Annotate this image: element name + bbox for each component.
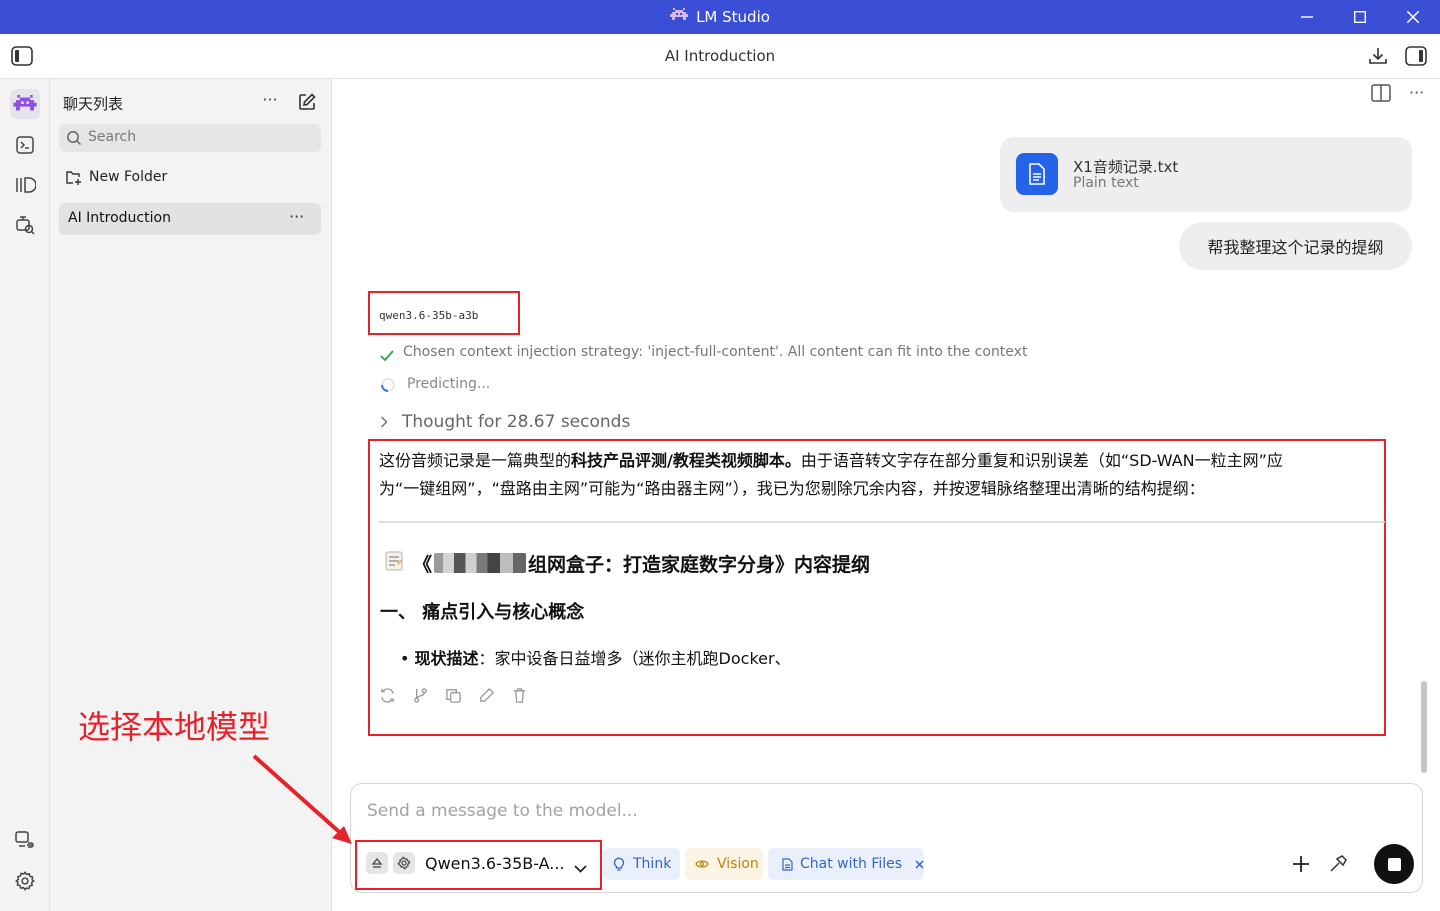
user-message-bubble: 帮我整理这个记录的提纲 [1179,222,1412,270]
delete-trash-icon[interactable] [511,687,528,704]
chat-item-ai-introduction[interactable]: AI Introduction ··· [59,203,321,235]
close-button[interactable] [1386,0,1440,34]
developer-terminal-icon[interactable] [10,130,40,160]
search-icon [66,130,82,150]
scrollbar-thumb[interactable] [1421,681,1427,773]
attachment-filename: X1音频记录.txt [1073,158,1179,176]
check-icon [380,347,394,366]
message-actions [379,687,528,704]
redacted-image [434,553,527,573]
split-view-icon[interactable] [1371,84,1391,106]
top-toolbar: AI Introduction [0,34,1440,79]
new-folder-icon [65,170,83,190]
server-link-icon[interactable] [10,825,40,855]
response-heading: 《 组网盒子：打造家庭数字分身》内容提纲 [385,549,870,577]
regenerate-icon[interactable] [379,687,396,704]
message-input[interactable]: Send a message to the model... [367,801,638,821]
title-bar: LM Studio [0,0,1440,34]
list-item: • 现状描述：家中设备日益增多（迷你主机跑Docker、 [400,649,791,668]
main-more-icon[interactable]: ··· [1409,83,1424,102]
predicting-status: Predicting... [407,376,491,392]
model-settings-icon[interactable] [393,852,415,874]
file-icon [1016,153,1058,195]
search-box[interactable]: Search [59,124,321,152]
chat-with-files-chip[interactable]: Chat with Files [768,848,924,880]
nav-rail [0,79,50,911]
minimize-button[interactable] [1280,0,1334,34]
response-body: 这份音频记录是一篇典型的科技产品评测/教程类视频脚本。由于语音转文字存在部分重复… [379,447,1384,503]
new-folder-button[interactable]: New Folder [59,165,321,191]
add-attachment-icon[interactable] [1292,855,1310,877]
copy-icon[interactable] [445,687,462,704]
new-chat-icon[interactable] [298,93,316,115]
response-intro-line-1: 这份音频记录是一篇典型的科技产品评测/教程类视频脚本。由于语音转文字存在部分重复… [379,451,1283,470]
sidebar-toggle-icon[interactable] [11,46,33,70]
stop-icon [1387,857,1401,871]
search-placeholder: Search [88,129,137,145]
section-heading-1: 一、 痛点引入与核心概念 [380,602,585,623]
user-message-text: 帮我整理这个记录的提纲 [1207,238,1384,257]
chat-main: ··· X1音频记录.txt Plain text 帮我整理这个记录的提纲 qw… [332,79,1440,911]
app-logo-icon [670,8,689,26]
think-chip[interactable]: Think [603,848,680,880]
more-options-icon[interactable]: ··· [260,92,280,113]
thought-duration: Thought for 28.67 seconds [402,412,631,432]
remove-chip-icon[interactable] [915,859,924,869]
window-title: LM Studio [696,8,770,26]
tools-hammer-icon[interactable] [1328,854,1348,878]
new-folder-label: New Folder [89,169,168,185]
annotation-arrow [252,754,352,844]
context-strategy-status: Chosen context injection strategy: 'inje… [403,344,1028,360]
vision-chip[interactable]: Vision [685,848,763,880]
chevron-down-icon [574,858,587,877]
memo-icon [385,551,403,576]
selected-model-name: Qwen3.6-35B-A... [425,854,565,873]
chat-title: AI Introduction [664,47,776,65]
annotation-label: 选择本地模型 [78,708,271,746]
chat-list-header: 聊天列表 [63,95,124,113]
thought-toggle[interactable]: Thought for 28.67 seconds [380,411,630,433]
eye-icon [695,859,709,869]
download-icon[interactable] [1368,46,1388,70]
document-icon [782,857,793,871]
chevron-right-icon [380,413,388,432]
my-models-icon[interactable] [10,170,40,200]
branch-icon[interactable] [412,687,429,704]
stop-generation-button[interactable] [1374,844,1414,884]
maximize-button[interactable] [1333,0,1387,34]
chat-item-label: AI Introduction [68,210,171,226]
chat-nav-icon[interactable] [10,89,40,119]
right-panel-toggle-icon[interactable] [1405,46,1427,70]
divider [379,521,1385,523]
response-intro-line-2: 为“一键组网”，“盘路由主网”可能为“路由器主网”），我已为您剔除冗余内容，并按… [379,479,1205,498]
lightbulb-icon [613,857,625,871]
eject-icon[interactable] [366,852,388,874]
loading-spinner-icon [380,377,396,397]
attachment-type: Plain text [1073,175,1139,191]
model-selector[interactable]: Qwen3.6-35B-A... [364,850,594,878]
model-tag: qwen3.6-35b-a3b [379,309,479,322]
edit-pencil-icon[interactable] [478,687,495,704]
attachment-card[interactable]: X1音频记录.txt Plain text [1000,137,1412,212]
settings-gear-icon[interactable] [10,866,40,896]
discover-search-icon[interactable] [10,210,40,240]
chat-item-more-icon[interactable]: ··· [289,207,304,226]
